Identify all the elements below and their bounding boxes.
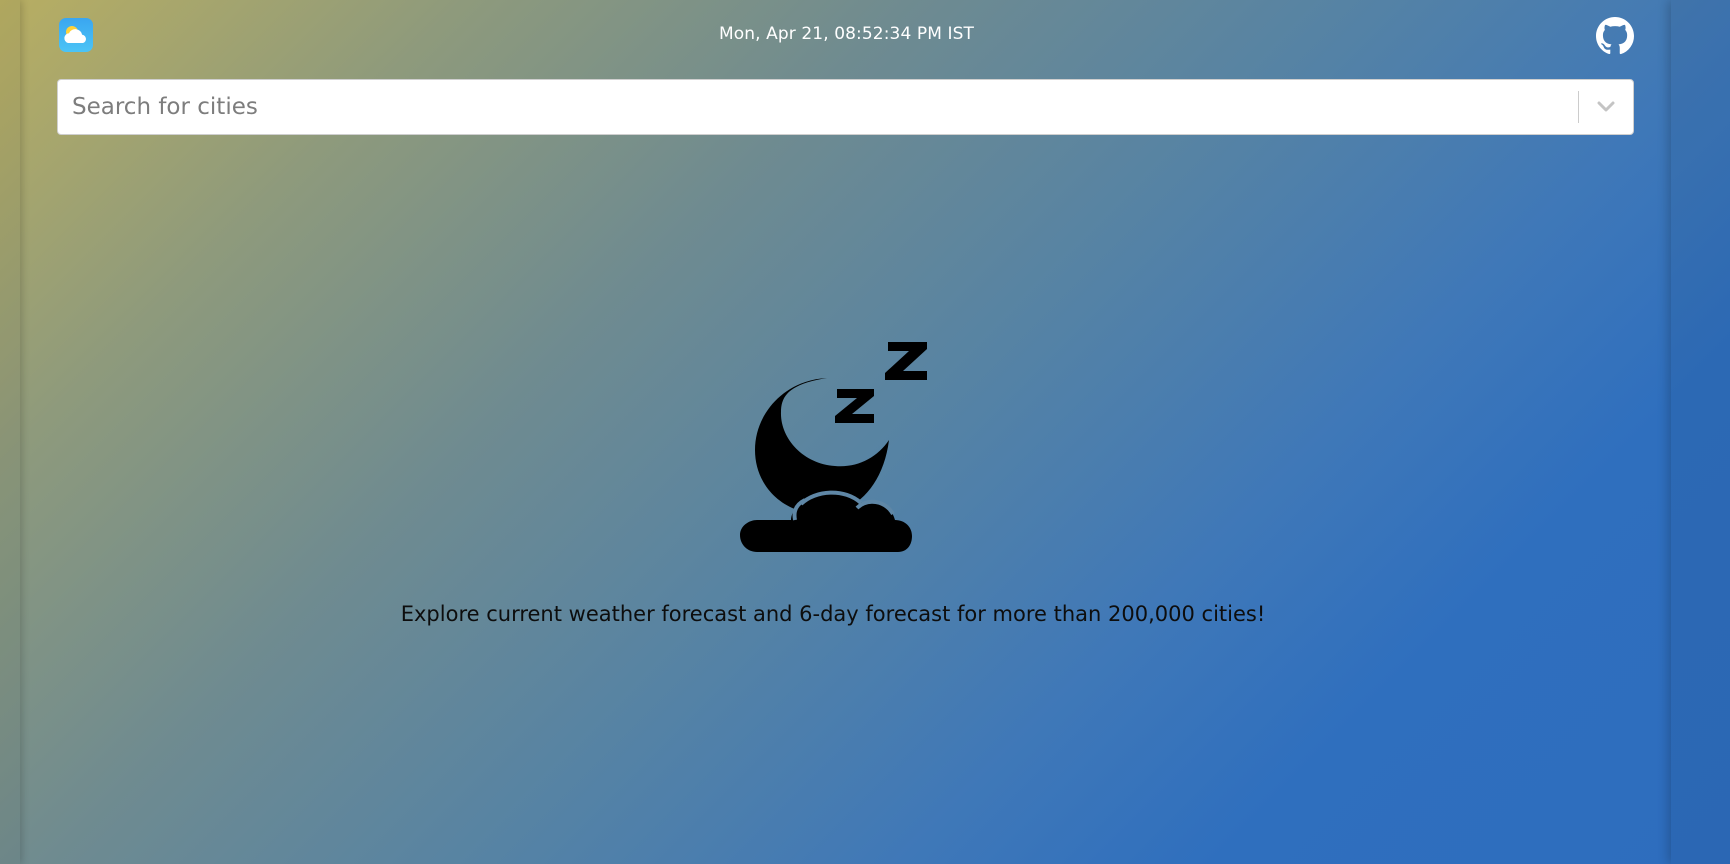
sleeping-moon-cloud-icon xyxy=(735,338,930,553)
search-input[interactable] xyxy=(58,80,1578,134)
chevron-down-icon[interactable] xyxy=(1579,80,1633,134)
github-icon[interactable] xyxy=(1596,17,1634,55)
city-search-box[interactable] xyxy=(57,79,1634,135)
intro-tagline: Explore current weather forecast and 6-d… xyxy=(400,602,1266,626)
page-edge-left xyxy=(0,0,20,864)
current-datetime: Mon, Apr 21, 08:52:34 PM IST xyxy=(719,24,974,44)
page-edge-right xyxy=(1671,0,1730,864)
